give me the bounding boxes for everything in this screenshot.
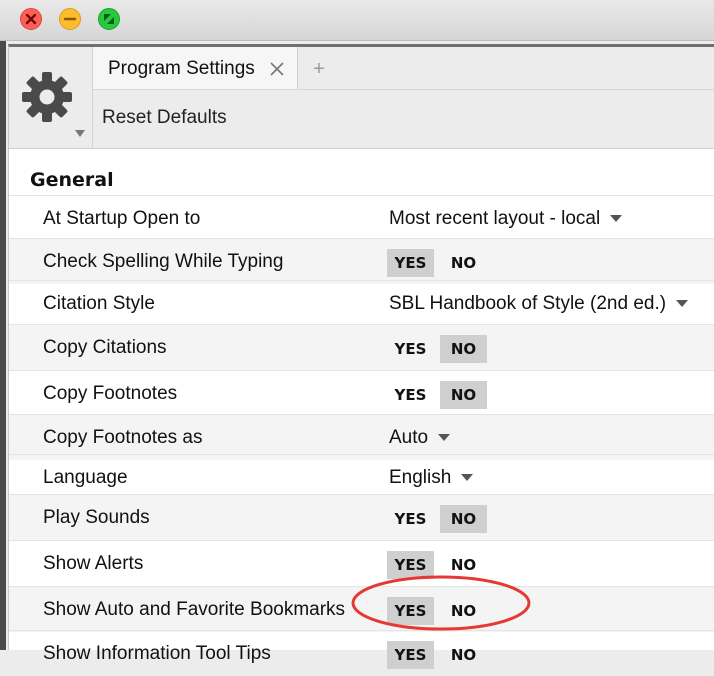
chevron-down-icon <box>461 473 474 481</box>
setting-dropdown[interactable]: Auto <box>389 427 451 449</box>
setting-label: Copy Footnotes as <box>43 427 203 448</box>
close-icon <box>25 13 37 25</box>
setting-label: Copy Footnotes <box>43 383 178 404</box>
toggle-yes-button[interactable]: YES <box>387 335 434 363</box>
chevron-down-icon <box>75 130 85 137</box>
new-tab-button[interactable]: + <box>299 47 339 89</box>
dropdown-value: Most recent layout - local <box>389 208 601 229</box>
fullscreen-icon <box>104 14 114 24</box>
close-window-button[interactable] <box>20 8 42 30</box>
chevron-down-icon <box>610 214 623 222</box>
chevron-down-icon <box>438 433 451 441</box>
setting-label: Copy Citations <box>43 337 167 358</box>
settings-menu-button[interactable] <box>9 47 93 148</box>
setting-label: Show Information Tool Tips <box>43 643 271 664</box>
toggle-yes-button[interactable]: YES <box>387 505 434 533</box>
minimize-icon <box>63 17 77 21</box>
setting-label: Play Sounds <box>43 507 150 528</box>
toggle-no-button[interactable]: NO <box>440 335 487 363</box>
setting-label: Show Auto and Favorite Bookmarks <box>43 599 346 620</box>
setting-label: At Startup Open to <box>43 208 201 229</box>
toggle-no-button[interactable]: NO <box>440 381 487 409</box>
toggle-yes-button[interactable]: YES <box>387 249 434 277</box>
setting-label: Show Alerts <box>43 553 144 574</box>
program-settings-window: Program Settings + Reset Defaults Genera… <box>8 44 714 669</box>
dropdown-value: English <box>389 467 452 488</box>
setting-label: Citation Style <box>43 293 155 314</box>
left-edge-panel <box>0 41 6 650</box>
setting-row: At Startup Open to Most recent layout - l… <box>9 195 714 241</box>
setting-row: Copy Footnotes YES NO <box>9 370 714 416</box>
setting-row: Citation Style SBL Handbook of Style (2nd… <box>9 280 714 326</box>
tab-row-divider <box>93 89 714 90</box>
setting-row: Show Information Tool Tips YES NO <box>9 630 714 676</box>
dropdown-value: Auto <box>389 427 429 448</box>
dropdown-value: SBL Handbook of Style (2nd ed.) <box>389 293 667 314</box>
setting-dropdown[interactable]: Most recent layout - local <box>389 208 623 230</box>
setting-label: Check Spelling While Typing <box>43 251 284 272</box>
tab-label: Program Settings <box>108 58 255 79</box>
chevron-down-icon <box>676 299 689 307</box>
close-tab-icon[interactable] <box>269 61 285 77</box>
setting-dropdown[interactable]: English <box>389 467 474 489</box>
toggle-no-button[interactable]: NO <box>440 505 487 533</box>
tab-program-settings[interactable]: Program Settings <box>93 47 298 89</box>
highlight-circle-annotation <box>351 575 531 631</box>
setting-dropdown[interactable]: SBL Handbook of Style (2nd ed.) <box>389 293 689 315</box>
minimize-window-button[interactable] <box>59 8 81 30</box>
toggle-yes-button[interactable]: YES <box>387 381 434 409</box>
title-bar <box>0 0 714 41</box>
setting-row: Check Spelling While Typing YES NO <box>9 238 714 284</box>
toolbar: Program Settings + Reset Defaults <box>9 47 714 149</box>
setting-row: Play Sounds YES NO <box>9 494 714 540</box>
section-title: General <box>30 169 114 191</box>
toggle-no-button[interactable]: NO <box>440 249 487 277</box>
reset-defaults-button[interactable]: Reset Defaults <box>102 107 227 129</box>
setting-label: Language <box>43 467 128 488</box>
gear-icon <box>22 72 72 122</box>
setting-row: Copy Citations YES NO <box>9 324 714 370</box>
toggle-no-button[interactable]: NO <box>440 641 487 669</box>
maximize-window-button[interactable] <box>98 8 120 30</box>
toggle-yes-button[interactable]: YES <box>387 641 434 669</box>
